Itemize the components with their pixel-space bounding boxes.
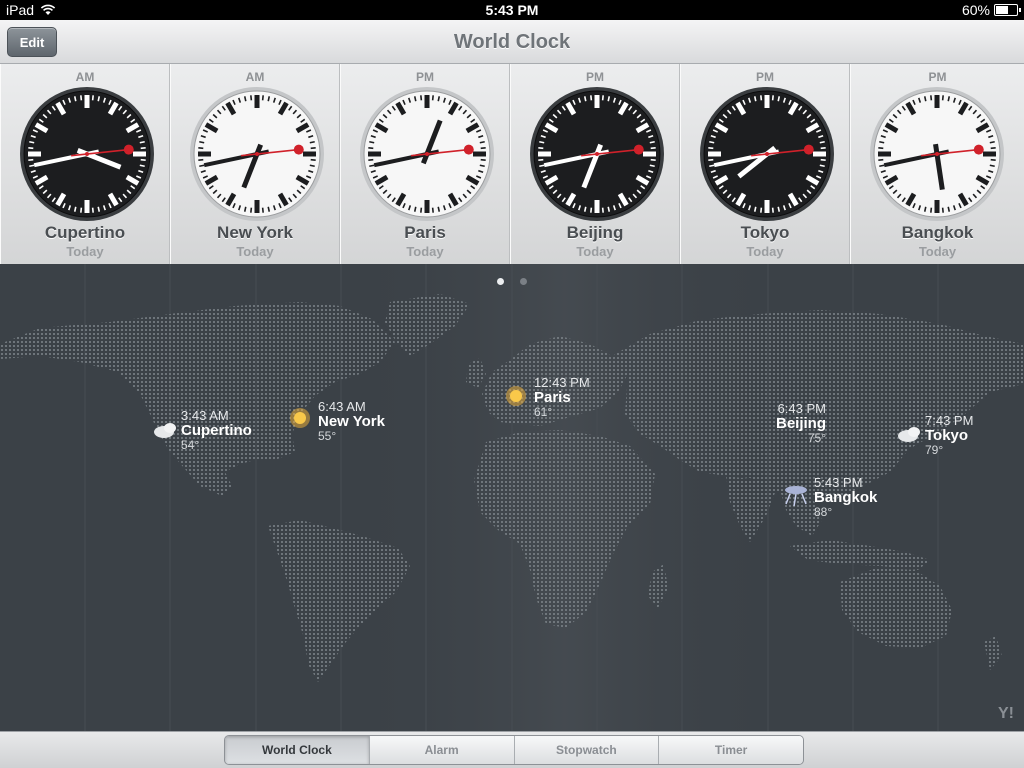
marker-time: 6:43 PM (777, 401, 826, 416)
analog-clock-face-icon (190, 87, 324, 221)
clock-day-label: Today (236, 244, 274, 259)
status-bar: iPad 5:43 PM 60% (0, 0, 1024, 20)
marker-temp: 55° (318, 429, 337, 443)
battery-icon (994, 4, 1021, 16)
tab-world-clock[interactable]: World Clock (225, 736, 369, 764)
marker-city: Cupertino (181, 422, 252, 439)
map-marker-tokyo[interactable]: 7:43 PM Tokyo 79° (925, 414, 973, 457)
marker-temp: 75° (807, 431, 826, 445)
clock-strip: AM Cupertino Today AM New York Today PM Paris To… (0, 64, 1024, 264)
marker-time: 12:43 PM (534, 375, 590, 390)
map-marker-paris[interactable]: 12:43 PM Paris 61° (534, 376, 590, 419)
marker-city: Beijing (776, 415, 827, 432)
analog-clock-face-icon (870, 87, 1004, 221)
marker-time: 6:43 AM (318, 399, 366, 414)
clock-city-name: Beijing (566, 223, 624, 242)
clock-city-name: Bangkok (901, 223, 974, 242)
world-map[interactable]: 3:43 AM Cupertino 54° 6:43 AM New York 5… (0, 264, 1024, 731)
clock-day-label: Today (746, 244, 784, 259)
marker-temp: 61° (534, 405, 553, 419)
map-marker-beijing[interactable]: 6:43 PM Beijing 75° (776, 402, 826, 445)
clock-day-label: Today (576, 244, 614, 259)
segmented-control: World Clock Alarm Stopwatch Timer (224, 735, 804, 765)
analog-clock-face-icon (700, 87, 834, 221)
clock-tokyo[interactable]: PM Tokyo Today (680, 64, 850, 264)
marker-temp: 54° (181, 438, 200, 452)
clock-city-name: New York (217, 223, 293, 242)
clock-new-york[interactable]: AM New York Today (170, 64, 340, 264)
marker-city: Paris (534, 389, 571, 406)
clock-beijing[interactable]: PM Beijing Today (510, 64, 680, 264)
marker-time: 7:43 PM (925, 413, 974, 428)
battery-percent: 60% (961, 2, 990, 18)
page-dot-1[interactable] (496, 278, 504, 285)
marker-city: Tokyo (925, 427, 969, 444)
tab-timer[interactable]: Timer (658, 736, 803, 764)
page-indicator[interactable] (0, 272, 1024, 290)
analog-clock-face-icon (360, 87, 494, 221)
clock-paris[interactable]: PM Paris Today (340, 64, 510, 264)
clock-ampm-label: AM (75, 70, 95, 84)
map-marker-bangkok[interactable]: 5:43 PM Bangkok 88° (814, 476, 877, 519)
map-marker-new-york[interactable]: 6:43 AM New York 55° (318, 400, 385, 443)
clock-cupertino[interactable]: AM Cupertino Today (0, 64, 170, 264)
status-time: 5:43 PM (485, 2, 539, 18)
clock-day-label: Today (918, 244, 957, 259)
marker-temp: 88° (814, 505, 833, 519)
analog-clock-face-icon (20, 87, 154, 221)
page-dot-2[interactable] (520, 278, 528, 285)
clock-city-name: Cupertino (44, 223, 126, 242)
marker-city: Bangkok (814, 489, 878, 506)
analog-clock-face-icon (530, 87, 664, 221)
paris-weather-sun-icon (506, 386, 526, 406)
marker-temp: 79° (925, 443, 944, 457)
clock-ampm-label: AM (245, 70, 265, 84)
clock-city-name: Paris (404, 223, 446, 242)
newyork-weather-sun-icon (290, 408, 310, 428)
clock-ampm-label: PM (586, 70, 604, 84)
marker-time: 3:43 AM (181, 408, 229, 423)
clock-day-label: Today (406, 244, 444, 259)
clock-day-label: Today (66, 244, 104, 259)
tab-bar: World Clock Alarm Stopwatch Timer (0, 731, 1024, 768)
nav-bar: Edit World Clock (0, 20, 1024, 64)
marker-city: New York (318, 413, 385, 430)
clock-ampm-label: PM (928, 70, 947, 84)
tab-stopwatch[interactable]: Stopwatch (513, 736, 659, 764)
yahoo-logo-icon[interactable]: Y! (998, 705, 1014, 723)
page-title: World Clock (453, 31, 571, 53)
clock-ampm-label: PM (756, 70, 774, 84)
clock-bangkok[interactable]: PM Bangkok Today (850, 64, 1024, 264)
clock-ampm-label: PM (416, 70, 434, 84)
marker-time: 5:43 PM (814, 475, 863, 490)
clock-city-name: Tokyo (740, 223, 790, 242)
tab-alarm[interactable]: Alarm (368, 736, 514, 764)
map-marker-cupertino[interactable]: 3:43 AM Cupertino 54° (181, 409, 252, 452)
